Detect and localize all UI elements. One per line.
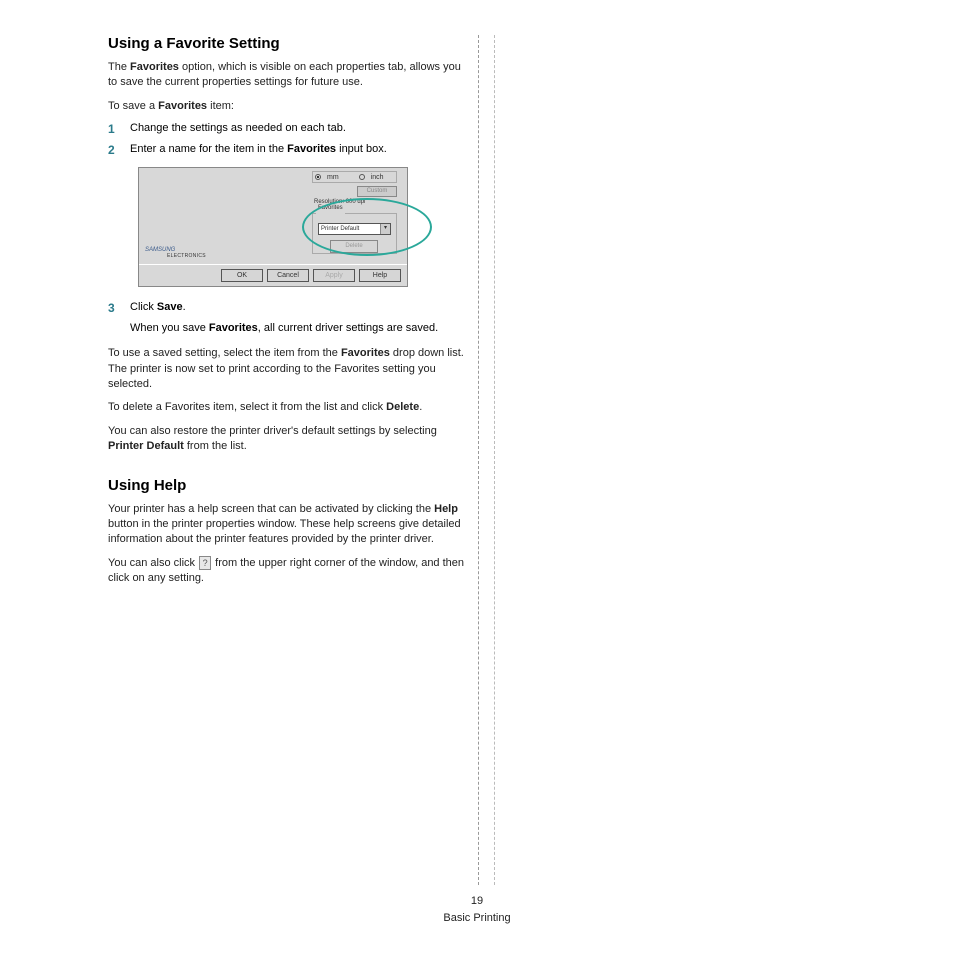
heading-using-help: Using Help: [108, 477, 468, 494]
heading-favorite-setting: Using a Favorite Setting: [108, 35, 468, 52]
printer-dialog-screenshot: mm inch Custom Resolution: 600 dpi Favor…: [138, 167, 408, 287]
step-1: 1 Change the settings as needed on each …: [108, 120, 468, 137]
text: To delete a Favorites item, select it fr…: [108, 401, 386, 413]
text: , all current driver settings are saved.: [258, 322, 438, 334]
text: You can also click: [108, 557, 198, 569]
radio-mm[interactable]: [315, 174, 321, 180]
help-button[interactable]: Help: [359, 269, 401, 282]
text: Enter a name for the item in the: [130, 143, 287, 155]
question-mark-icon[interactable]: ?: [199, 556, 211, 570]
restore-paragraph: You can also restore the printer driver'…: [108, 424, 468, 455]
text-bold: Delete: [386, 401, 419, 413]
quality-custom-button[interactable]: Custom: [357, 186, 397, 197]
chevron-down-icon[interactable]: ▾: [380, 224, 390, 234]
favorites-delete-button[interactable]: Delete: [330, 240, 378, 253]
footer-section: Basic Printing: [443, 912, 510, 924]
text-bold: Help: [434, 503, 458, 515]
step-2: 2 Enter a name for the item in the Favor…: [108, 141, 468, 158]
text: To use a saved setting, select the item …: [108, 347, 341, 359]
favorites-group: Favorites Printer Default ▾ Delete: [312, 210, 397, 254]
radio-inch-label: inch: [371, 174, 384, 181]
units-radio-group: mm inch: [312, 171, 397, 183]
page-number: 19: [471, 895, 483, 907]
text: To save a: [108, 100, 158, 112]
step-number: 1: [108, 120, 115, 138]
step-number: 2: [108, 141, 115, 159]
text: The: [108, 61, 130, 73]
text: input box.: [336, 143, 387, 155]
text: You can also restore the printer driver'…: [108, 425, 437, 437]
text: Your printer has a help screen that can …: [108, 503, 434, 515]
radio-mm-label: mm: [327, 174, 339, 181]
help-paragraph-2: You can also click ? from the upper righ…: [108, 556, 468, 587]
column-separator: [478, 35, 479, 885]
favorites-value: Printer Default: [321, 226, 359, 232]
to-save-line: To save a Favorites item:: [108, 99, 468, 114]
favorites-dropdown[interactable]: Printer Default ▾: [318, 223, 391, 235]
text: from the list.: [184, 440, 247, 452]
text-bold: Favorites: [287, 143, 336, 155]
step-3-sub: When you save Favorites, all current dri…: [130, 320, 468, 337]
step-number: 3: [108, 299, 115, 317]
radio-inch[interactable]: [359, 174, 365, 180]
step-3: 3 Click Save. When you save Favorites, a…: [108, 299, 468, 336]
delete-paragraph: To delete a Favorites item, select it fr…: [108, 400, 468, 415]
text-bold: Printer Default: [108, 440, 184, 452]
samsung-logo: SAMSUNG ELECTRONICS: [145, 247, 206, 259]
page-footer: 19 Basic Printing: [0, 893, 954, 926]
text-bold: Favorites: [130, 61, 179, 73]
text: button in the printer properties window.…: [108, 518, 461, 545]
text-bold: Save: [157, 301, 183, 313]
column-separator-2: [494, 35, 495, 885]
text-bold: Favorites: [158, 100, 207, 112]
text: item:: [207, 100, 234, 112]
use-saved-paragraph: To use a saved setting, select the item …: [108, 346, 468, 392]
intro-paragraph: The Favorites option, which is visible o…: [108, 60, 468, 91]
text: .: [183, 301, 186, 313]
text-bold: Favorites: [209, 322, 258, 334]
text: Click: [130, 301, 157, 313]
text: When you save: [130, 322, 209, 334]
text: .: [419, 401, 422, 413]
apply-button[interactable]: Apply: [313, 269, 355, 282]
step-text: Change the settings as needed on each ta…: [130, 122, 346, 134]
logo-subtext: ELECTRONICS: [167, 253, 206, 259]
ok-button[interactable]: OK: [221, 269, 263, 282]
dialog-body: mm inch Custom Resolution: 600 dpi Favor…: [139, 168, 407, 263]
cancel-button[interactable]: Cancel: [267, 269, 309, 282]
text-bold: Favorites: [341, 347, 390, 359]
help-paragraph-1: Your printer has a help screen that can …: [108, 502, 468, 548]
favorites-legend: Favorites: [316, 205, 345, 211]
dialog-button-row: OK Cancel Apply Help: [139, 264, 407, 286]
